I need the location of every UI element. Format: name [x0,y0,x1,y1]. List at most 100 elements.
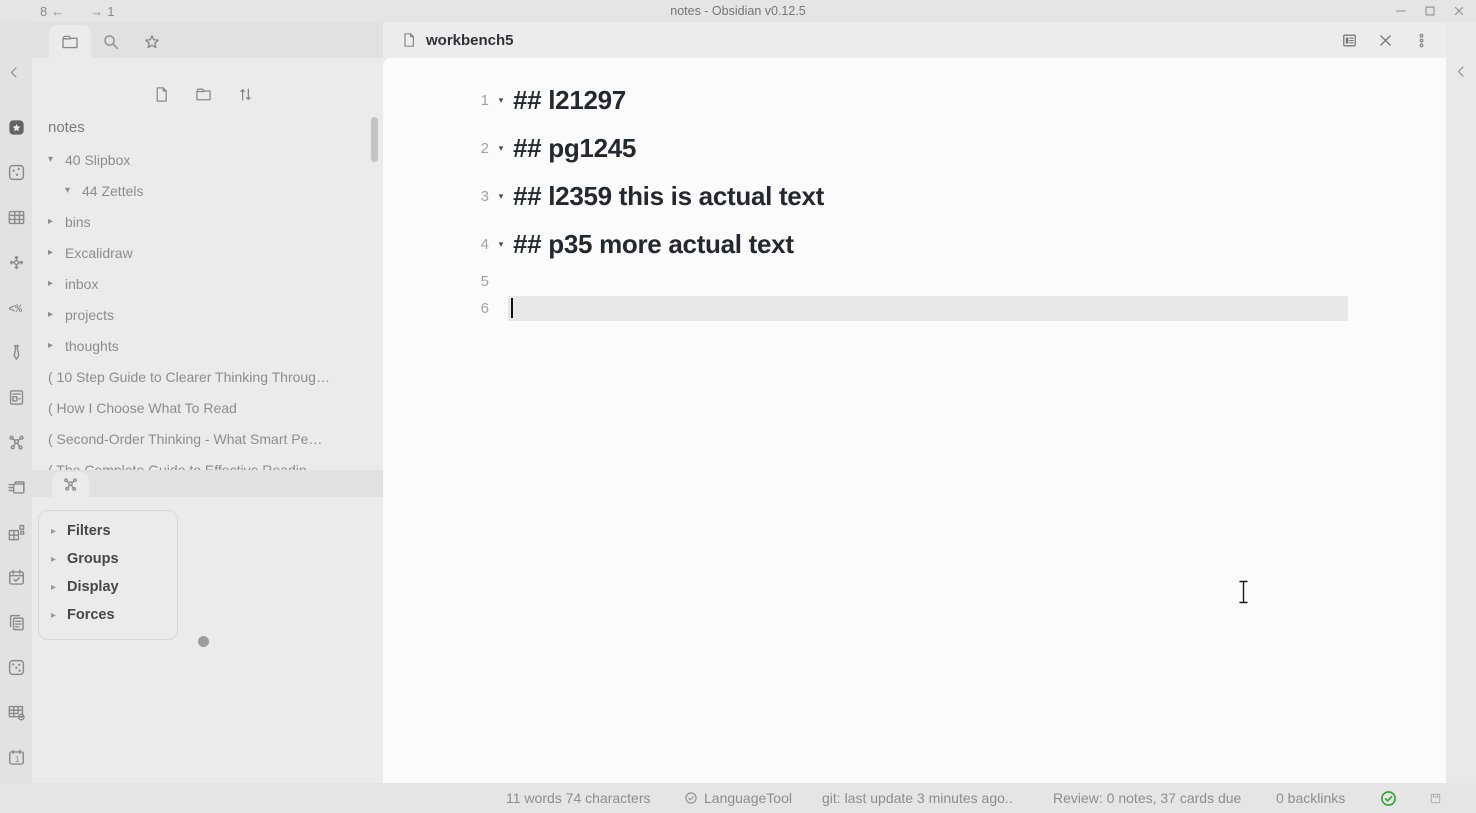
fold-arrow-icon[interactable]: ▾ [489,239,513,250]
expand-arrow-icon[interactable]: ▸ [48,340,65,351]
expand-arrow-icon[interactable]: ▸ [48,278,65,289]
expand-arrow-icon: ▸ [51,526,67,537]
new-file-button[interactable] [150,83,173,106]
tree-folder-row[interactable]: ▸Excalidraw [32,237,383,268]
collapse-arrow-icon[interactable]: ▾ [65,185,82,196]
editor-line-2[interactable]: 2▾## pg1245 [383,124,1446,172]
graph-section-filters[interactable]: ▸Filters [39,517,177,545]
ribbon-document-gear-button[interactable] [7,388,26,407]
line-number: 4 [383,236,489,253]
sort-button[interactable] [234,83,257,106]
reading-mode-icon[interactable] [1341,32,1358,49]
ribbon-dice-button[interactable] [7,163,26,182]
expand-arrow-icon[interactable]: ▸ [48,309,65,320]
line-text: ## pg1245 [513,133,636,164]
sidebar-tab-folder-active[interactable] [49,25,91,58]
graph-section-label: Groups [67,551,119,567]
fold-arrow-icon[interactable]: ▾ [489,191,513,202]
sidebar-tab-star[interactable] [131,25,173,58]
tree-item-label: 44 Zettels [82,183,157,199]
dice2-icon [7,658,26,677]
line-number: 1 [383,92,489,109]
ribbon-dice2-button[interactable] [7,658,26,677]
git-status[interactable]: git: last update 3 minutes ago.. [822,783,1013,813]
maximize-icon[interactable] [1423,4,1437,18]
tree-file-row[interactable]: ( The Complete Guide to Effective Readin… [32,454,383,470]
ribbon-calendar-one-button[interactable]: 1 [7,748,26,767]
folder-button[interactable] [192,83,215,106]
graph-tab-strip [32,470,383,497]
tree-folder-row[interactable]: ▸bins [32,206,383,237]
ribbon-star-card-button[interactable] [7,118,26,137]
tree-item-label: inbox [65,276,112,292]
forward-arrow-icon[interactable]: → [90,4,103,19]
editor-tab-header: workbench5 [383,22,1446,58]
ribbon-stacked-files-button[interactable] [7,478,26,497]
expand-arrow-icon[interactable]: ▸ [48,247,65,258]
tree-file-row[interactable]: ( How I Choose What To Read [32,392,383,423]
sidebar-tab-search[interactable] [90,25,132,58]
graph-section-forces[interactable]: ▸Forces [39,601,177,629]
collapse-arrow-icon[interactable]: ▾ [48,154,65,165]
languagetool-status[interactable]: LanguageTool [684,783,792,813]
tree-item-label: thoughts [65,338,133,354]
tree-folder-row[interactable]: ▸projects [32,299,383,330]
editor-pane[interactable]: 1▾## l212972▾## pg12453▾## l2359 this is… [383,58,1446,783]
mouse-ibeam-cursor [1237,580,1250,604]
editor-line-4[interactable]: 4▾## p35 more actual text [383,220,1446,268]
collapse-left-sidebar-icon[interactable] [7,65,22,80]
tree-item-label: ( The Complete Guide to Effective Readin… [48,462,335,471]
ribbon-blocks-grid-button[interactable] [7,523,26,542]
expand-arrow-icon: ▸ [51,554,67,565]
minimize-icon[interactable] [1394,4,1408,18]
tree-folder-row[interactable]: ▾40 Slipbox [32,144,383,175]
graph-section-groups[interactable]: ▸Groups [39,545,177,573]
line-text: ## l21297 [513,85,626,116]
graph-node[interactable] [198,636,209,647]
stacked-files-icon [7,478,26,497]
tree-folder-row[interactable]: ▾44 Zettels [32,175,383,206]
more-options-icon[interactable] [1413,32,1430,49]
left-ribbon: <% 1 [0,22,32,783]
editor-tab-actions [1341,22,1430,58]
status-ok-indicator[interactable] [1380,783,1397,813]
graph-nodes-icon [62,476,79,493]
editor-line-1[interactable]: 1▾## l21297 [383,76,1446,124]
editor-line-6[interactable]: 6 [383,295,1446,322]
graph-section-label: Display [67,579,119,595]
tree-folder-row[interactable]: ▸thoughts [32,330,383,361]
back-arrow-icon[interactable]: ← [51,4,64,19]
expand-arrow-icon[interactable]: ▸ [48,216,65,227]
editor-tab-title[interactable]: workbench5 [426,32,514,49]
graph-view-tab[interactable] [52,472,89,497]
expand-right-sidebar-icon[interactable] [1454,64,1469,79]
gutter: 2▾ [383,140,513,157]
fold-arrow-icon[interactable]: ▾ [489,95,513,106]
ribbon-calendar-check-button[interactable] [7,568,26,587]
explorer-scrollbar[interactable] [371,117,378,162]
ribbon-table-button[interactable] [7,208,26,227]
close-window-icon[interactable] [1452,4,1466,18]
ribbon-tie-button[interactable] [7,343,26,362]
review-status[interactable]: Review: 0 notes, 37 cards due [1053,783,1241,813]
ribbon-table-gear-button[interactable] [7,703,26,722]
line-number: 5 [383,273,489,290]
expand-arrow-icon: ▸ [51,610,67,621]
tree-file-row[interactable]: ( Second-Order Thinking - What Smart Pe… [32,423,383,454]
close-tab-icon[interactable] [1377,32,1394,49]
obsidian-window: 8 ← → 1 notes - Obsidian v0.12.5 <%1 not… [0,0,1476,813]
ribbon-move-arrows-button[interactable] [7,253,26,272]
editor-line-5[interactable]: 5 [383,268,1446,295]
fold-arrow-icon[interactable]: ▾ [489,143,513,154]
ribbon-graph-nodes-button[interactable] [7,433,26,452]
vault-name[interactable]: notes [32,110,383,144]
graph-section-display[interactable]: ▸Display [39,573,177,601]
tree-file-row[interactable]: ( 10 Step Guide to Clearer Thinking Thro… [32,361,383,392]
check-circle-icon [684,791,698,805]
tree-folder-row[interactable]: ▸inbox [32,268,383,299]
ribbon-code-percent-button[interactable]: <% [7,298,26,317]
svg-text:1: 1 [14,754,19,764]
ribbon-copy-documents-button[interactable] [7,613,26,632]
backlinks-count[interactable]: 0 backlinks [1276,783,1345,813]
editor-line-3[interactable]: 3▾## l2359 this is actual text [383,172,1446,220]
